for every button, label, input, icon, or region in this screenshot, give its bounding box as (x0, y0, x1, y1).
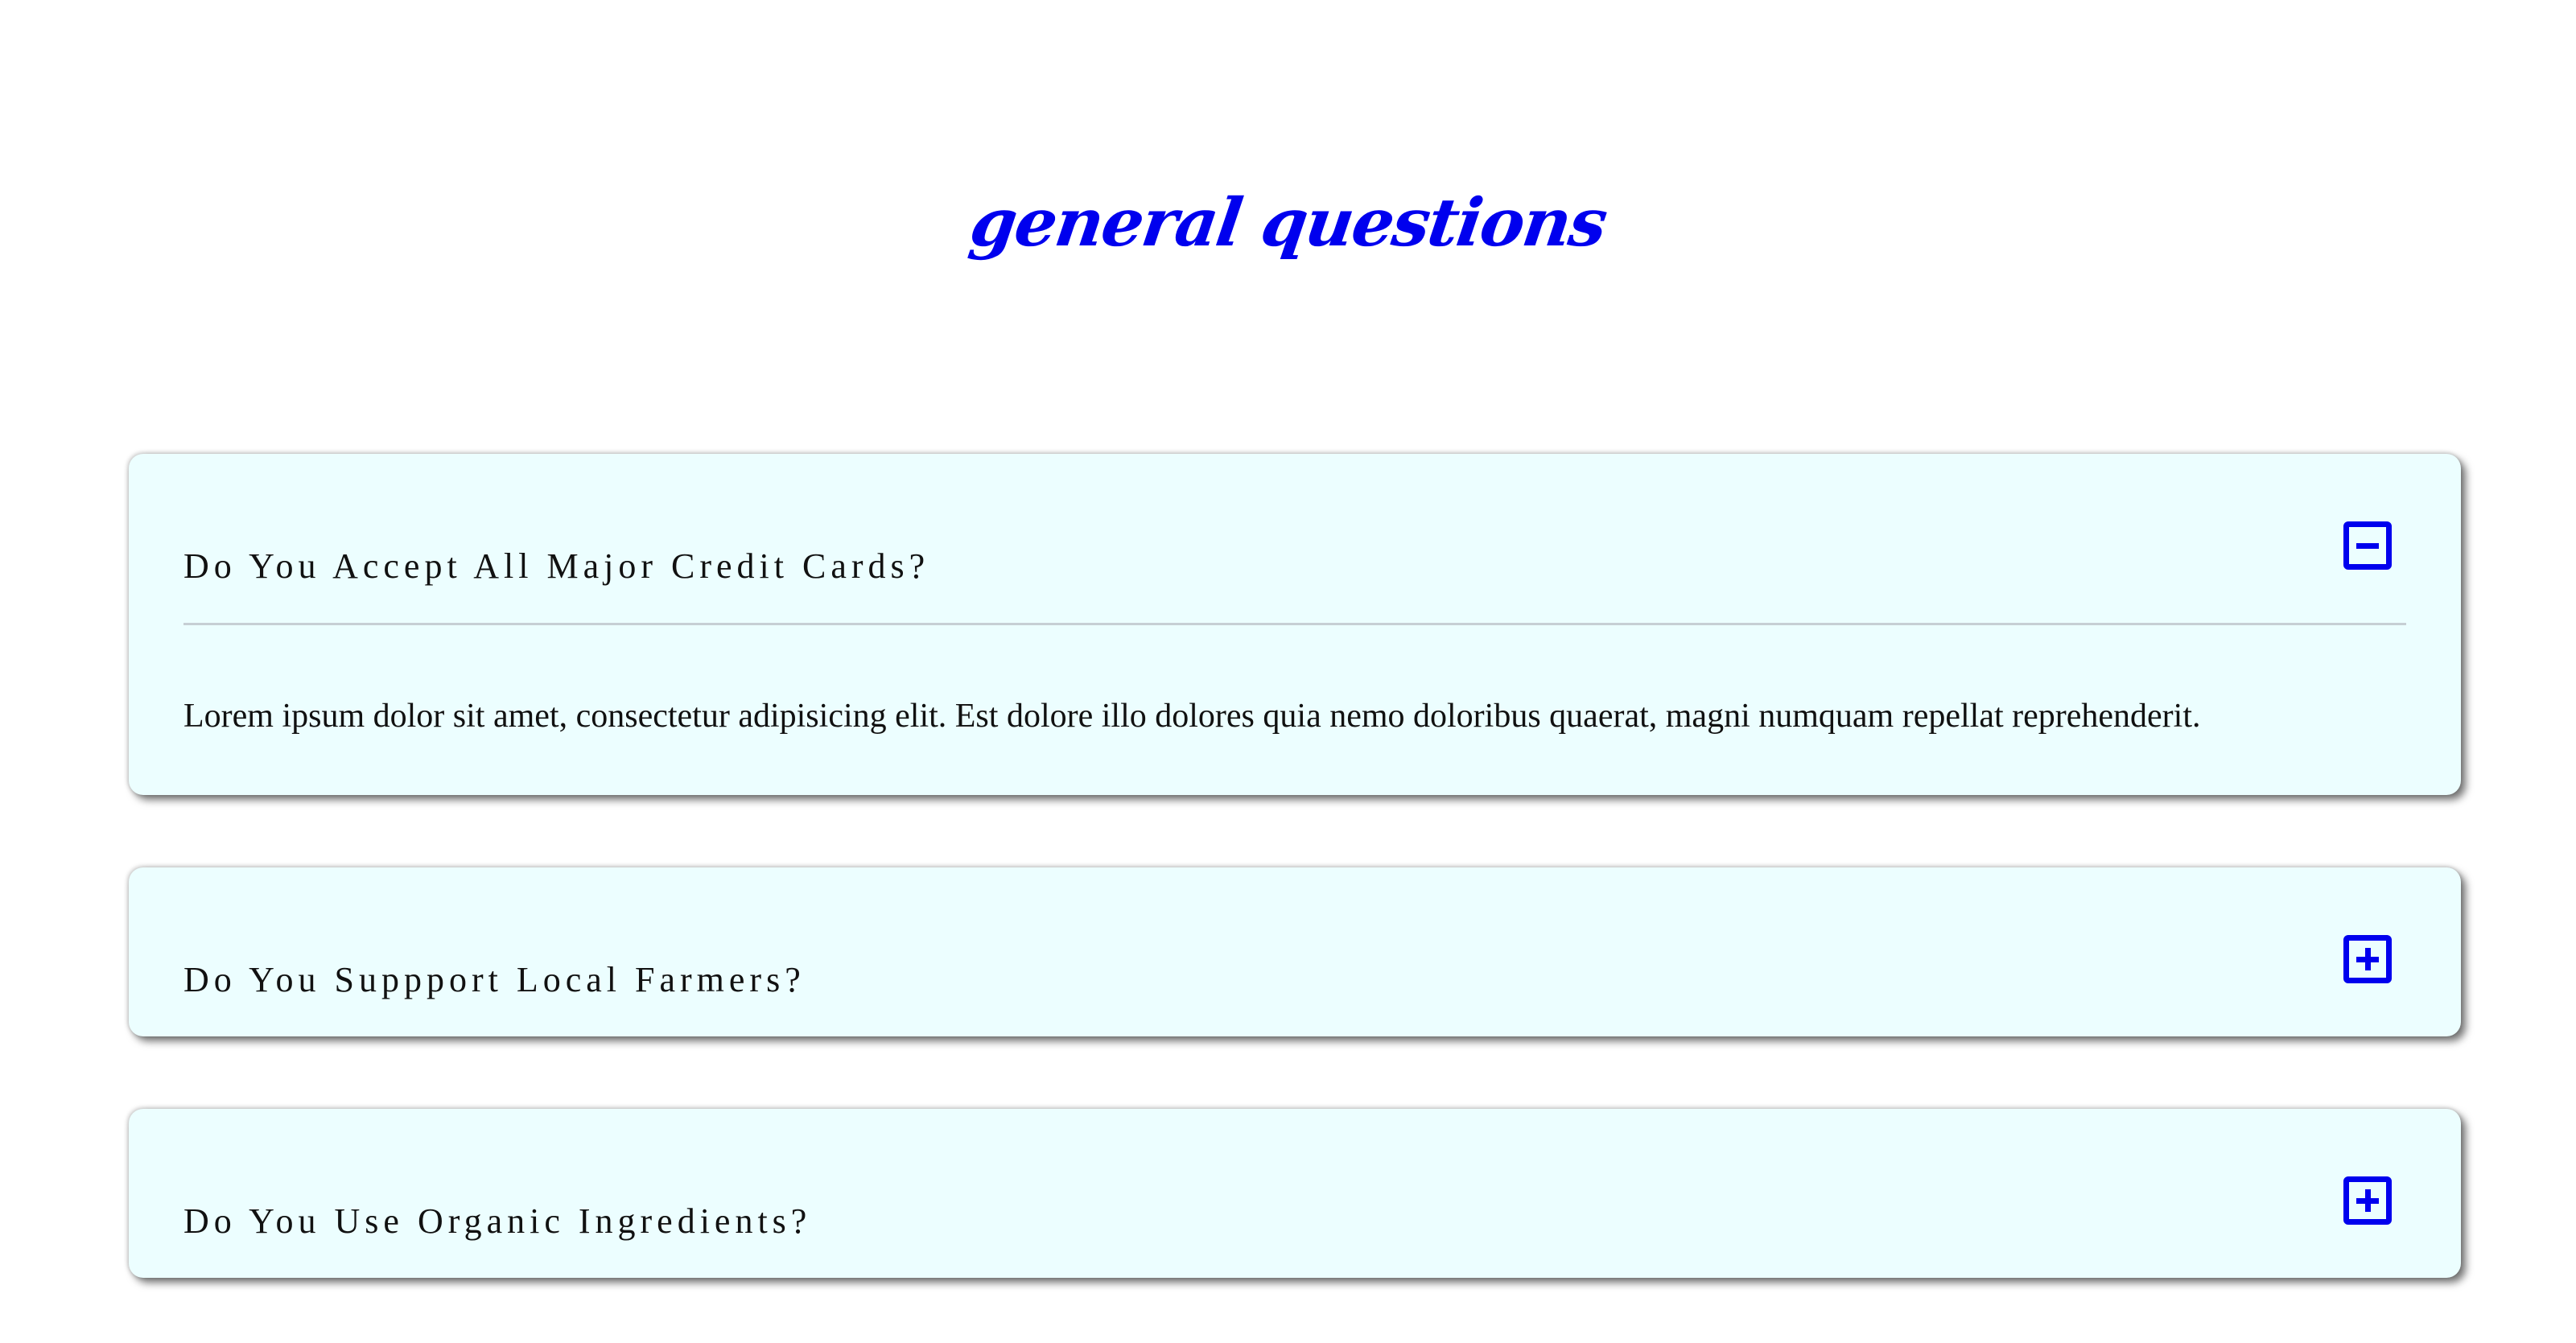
plus-icon-vertical (2364, 1189, 2371, 1212)
faq-item: Do You Accept All Major Credit Cards? Lo… (129, 454, 2461, 795)
plus-icon-vertical (2364, 948, 2371, 970)
faq-question[interactable]: Do You Suppport Local Farmers? (183, 959, 806, 1000)
faq-answer: Lorem ipsum dolor sit amet, consectetur … (183, 698, 2201, 735)
faq-item: Do You Use Organic Ingredients? (129, 1109, 2461, 1278)
faq-question[interactable]: Do You Accept All Major Credit Cards? (183, 546, 929, 587)
faq-item: Do You Suppport Local Farmers? (129, 867, 2461, 1036)
divider (183, 623, 2406, 625)
expand-button[interactable] (2343, 935, 2392, 983)
collapse-button[interactable] (2343, 521, 2392, 570)
minus-square-icon (2356, 542, 2379, 549)
faq-question[interactable]: Do You Use Organic Ingredients? (183, 1201, 811, 1242)
expand-button[interactable] (2343, 1176, 2392, 1225)
page-title: general questions (965, 184, 1611, 262)
